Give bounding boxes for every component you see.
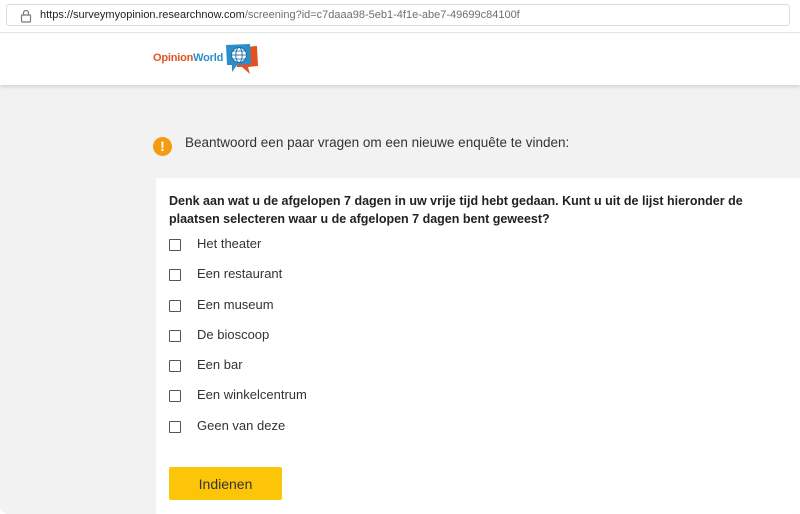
option-het-theater[interactable]: Het theater	[169, 236, 469, 266]
url-host: https://surveymyopinion.researchnow.com	[40, 9, 245, 21]
browser-window: https://surveymyopinion.researchnow.com/…	[0, 0, 800, 514]
checkbox[interactable]	[169, 299, 181, 312]
option-label[interactable]: Een winkelcentrum	[197, 387, 307, 402]
option-geen-van-deze[interactable]: Geen van deze	[169, 418, 469, 448]
url-field[interactable]: https://surveymyopinion.researchnow.com/…	[6, 4, 790, 26]
question-card: Denk aan wat u de afgelopen 7 dagen in u…	[156, 178, 800, 514]
logo-text-opinion: Opinion	[153, 52, 194, 64]
options-list: Het theater Een restaurant Een museum De…	[169, 236, 469, 448]
option-label[interactable]: Een bar	[197, 357, 243, 372]
option-label[interactable]: Geen van deze	[197, 418, 285, 433]
option-een-bar[interactable]: Een bar	[169, 357, 469, 387]
option-label[interactable]: De bioscoop	[197, 327, 269, 342]
exclamation-icon: !	[153, 137, 172, 156]
option-label[interactable]: Een restaurant	[197, 266, 282, 281]
lock-icon[interactable]	[19, 8, 33, 24]
globe-speech-bubbles-icon	[223, 42, 261, 76]
option-de-bioscoop[interactable]: De bioscoop	[169, 327, 469, 357]
site-header: OpinionWorld	[0, 33, 800, 85]
question-text: Denk aan wat u de afgelopen 7 dagen in u…	[169, 194, 743, 226]
url-path: /screening?id=c7daaa98-5eb1-4f1e-abe7-49…	[244, 9, 520, 21]
address-bar: https://surveymyopinion.researchnow.com/…	[0, 0, 800, 33]
checkbox[interactable]	[169, 269, 181, 282]
option-label[interactable]: Een museum	[197, 297, 274, 312]
checkbox[interactable]	[169, 420, 181, 433]
option-een-restaurant[interactable]: Een restaurant	[169, 266, 469, 296]
checkbox[interactable]	[169, 360, 181, 373]
logo-text-world: World	[193, 52, 224, 64]
url-text: https://surveymyopinion.researchnow.com/…	[40, 9, 520, 21]
option-een-museum[interactable]: Een museum	[169, 297, 469, 327]
notice-text: Beantwoord een paar vragen om een nieuwe…	[185, 135, 570, 150]
checkbox[interactable]	[169, 239, 181, 251]
logo-text: OpinionWorld	[153, 52, 223, 64]
checkbox[interactable]	[169, 390, 181, 403]
option-een-winkelcentrum[interactable]: Een winkelcentrum	[169, 387, 469, 417]
submit-button[interactable]: Indienen	[169, 467, 282, 500]
option-label[interactable]: Het theater	[197, 236, 261, 251]
checkbox[interactable]	[169, 329, 181, 342]
